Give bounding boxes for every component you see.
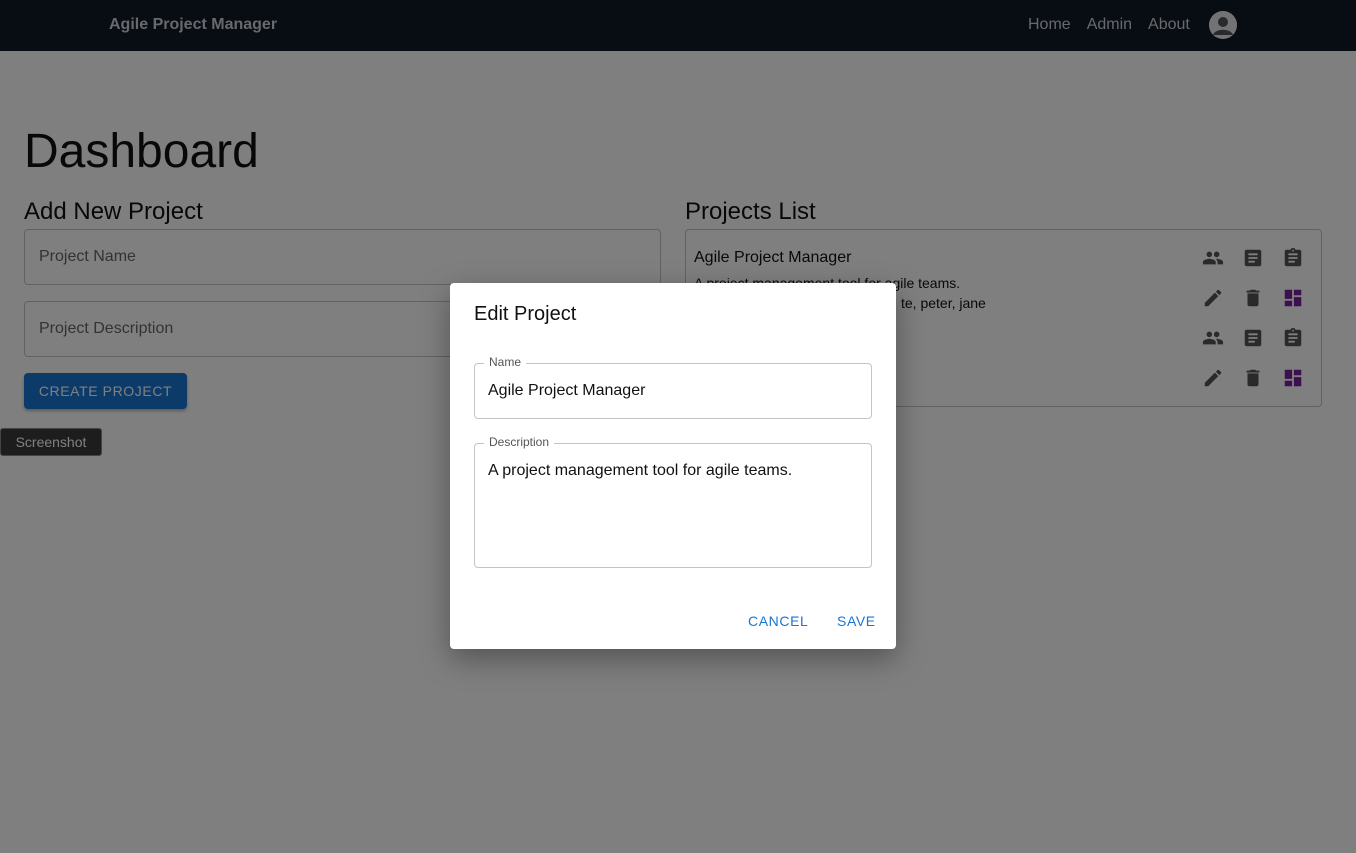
description-field-value: A project management tool for agile team…: [488, 462, 793, 479]
description-field-label: Description: [484, 435, 555, 449]
dialog-title: Edit Project: [474, 303, 577, 325]
name-field-value: Agile Project Manager: [488, 382, 646, 399]
cancel-button[interactable]: CANCEL: [748, 613, 808, 629]
edit-project-dialog: Edit Project Name Agile Project Manager …: [450, 283, 896, 649]
save-button[interactable]: SAVE: [837, 613, 876, 629]
description-field[interactable]: Description A project management tool fo…: [474, 435, 872, 568]
name-field[interactable]: Name Agile Project Manager: [474, 355, 872, 419]
name-field-label: Name: [484, 355, 527, 369]
